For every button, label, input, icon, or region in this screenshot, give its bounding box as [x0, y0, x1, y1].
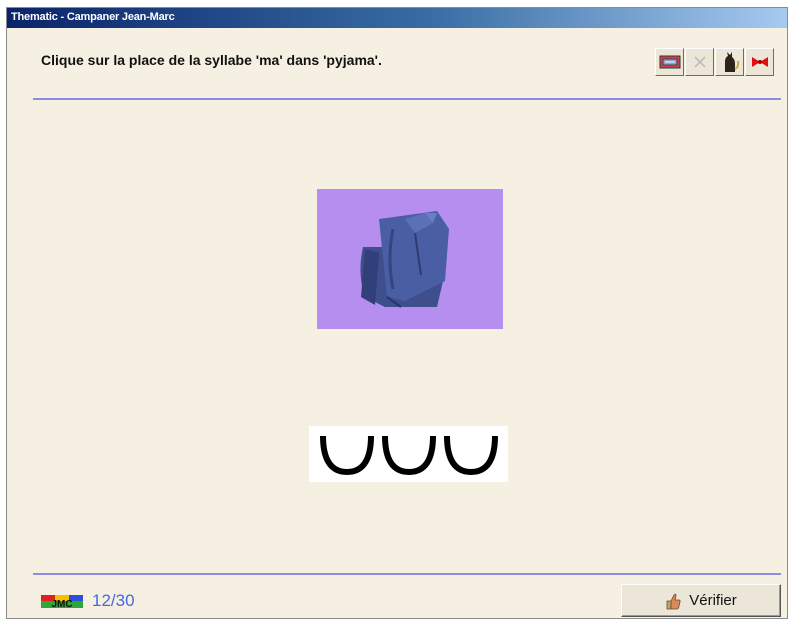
syllable-slot-1[interactable] [320, 435, 374, 476]
instruction-text: Clique sur la place de la syllabe 'ma' d… [41, 52, 382, 68]
window-title: Thematic - Campaner Jean-Marc [11, 11, 175, 23]
ticket-icon [659, 55, 680, 69]
bow-icon [751, 57, 768, 67]
close-exercise-button[interactable] [685, 48, 714, 76]
title-bar: Thematic - Campaner Jean-Marc [7, 8, 787, 28]
thumbs-up-icon [666, 593, 681, 609]
app-window: Thematic - Campaner Jean-Marc Clique sur… [6, 7, 788, 619]
jmc-logo: JMC [41, 595, 83, 614]
word-picture [317, 189, 503, 329]
top-divider [33, 98, 781, 100]
verify-label: Vérifier [689, 592, 737, 609]
toolbar [655, 48, 775, 76]
syllable-slot-3[interactable] [444, 435, 498, 476]
cat-icon [724, 52, 739, 72]
folded-shirt-image [317, 189, 503, 329]
svg-text:JMC: JMC [51, 599, 72, 609]
verify-button[interactable]: Vérifier [621, 584, 781, 617]
syllable-slots [309, 426, 508, 482]
quit-button[interactable] [745, 48, 774, 76]
cat-button[interactable] [715, 48, 744, 76]
ticket-button[interactable] [655, 48, 684, 76]
syllable-slot-2[interactable] [382, 435, 436, 476]
close-x-icon [693, 56, 706, 68]
bottom-divider [33, 573, 781, 575]
progress-counter: 12/30 [92, 591, 135, 610]
